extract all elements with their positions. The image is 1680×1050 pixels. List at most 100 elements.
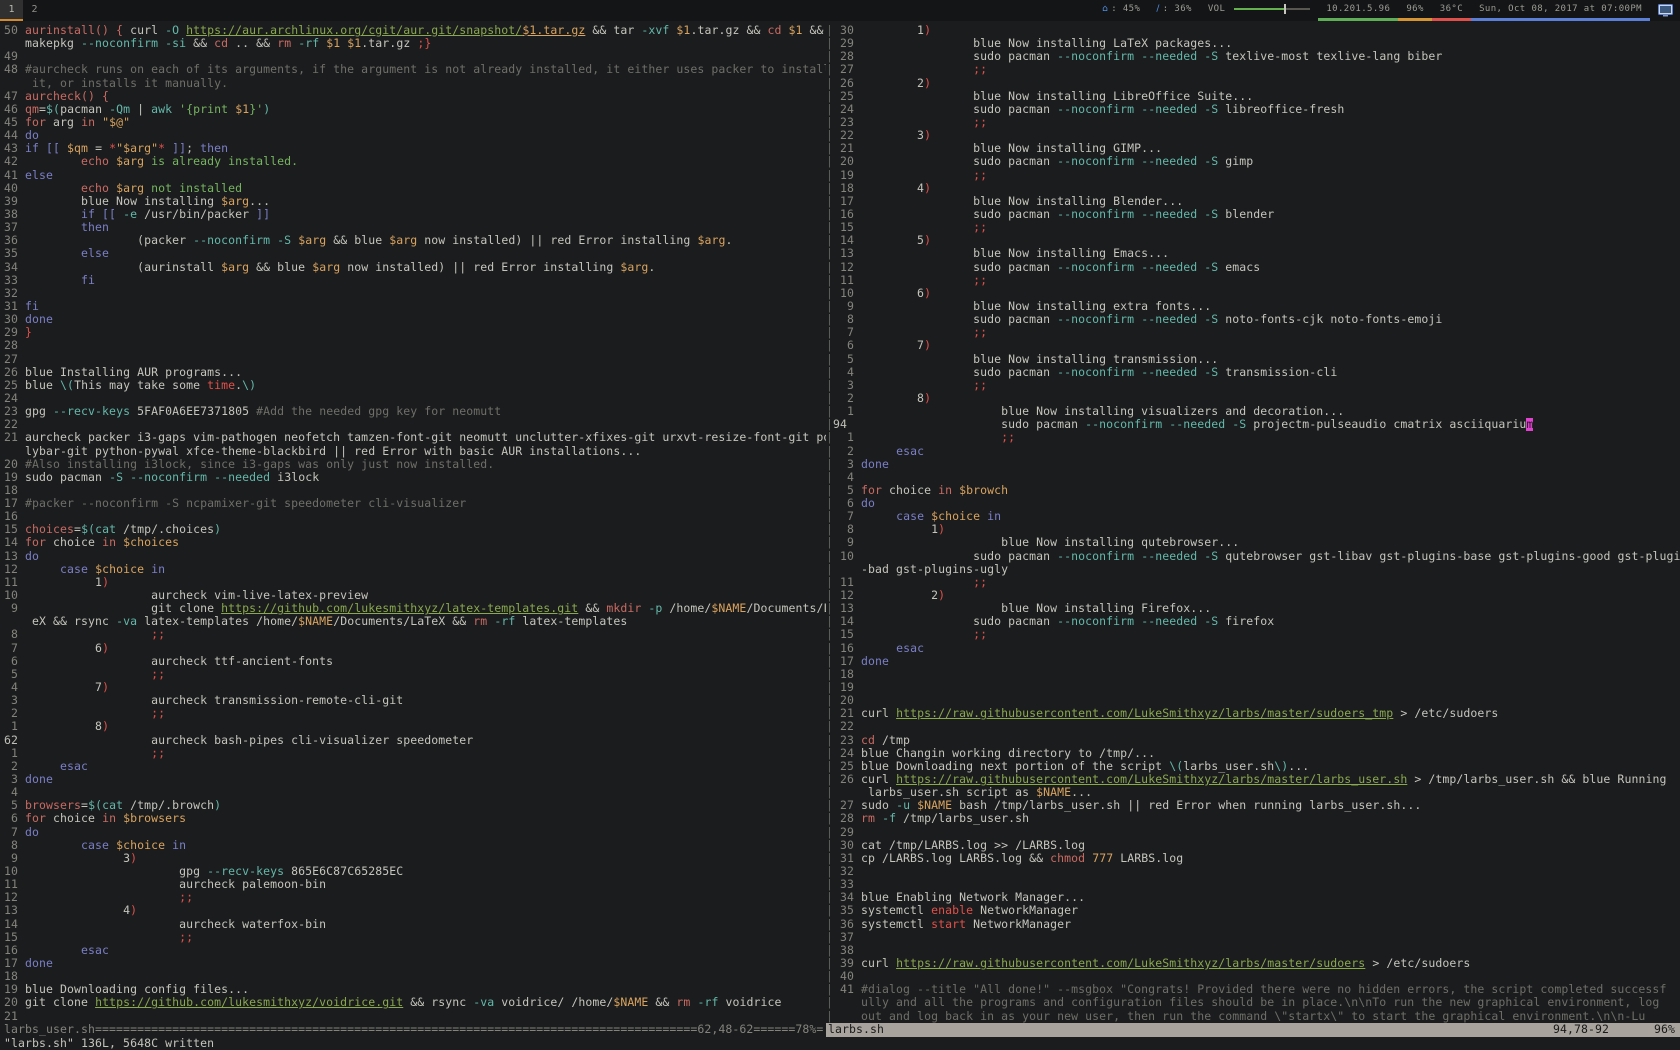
line-number: 17	[4, 957, 25, 970]
pane-separator: |	[826, 1010, 833, 1023]
pane-separator: |	[826, 234, 833, 247]
vim-pane-left[interactable]: 50 aurinstall() { curl -O https://aur.ar…	[4, 24, 826, 1024]
pane-separator: |	[826, 37, 833, 50]
pane-separator: |	[826, 983, 833, 996]
code-row: | 20 sudo pacman --noconfirm --needed -S…	[826, 155, 1680, 168]
line-number: 18	[833, 668, 861, 681]
line-number: 1	[4, 720, 25, 733]
vim-pane-right[interactable]: | 30 1)| 29 blue Now installing LaTeX pa…	[826, 24, 1680, 1024]
code-row: | 29 blue Now installing LaTeX packages.…	[826, 37, 1680, 50]
workspace-1[interactable]: 1	[0, 0, 23, 21]
line-number: 17	[4, 497, 25, 510]
code-row: 11 aurcheck palemoon-bin	[4, 878, 826, 891]
line-number: 12	[833, 261, 861, 274]
status-bar: 12 ⌂: 45%/: 36%VOL10.201.5.9696%36°CSun,…	[0, 0, 1680, 21]
code-row: 39 blue Now installing $arg...	[4, 195, 826, 208]
pane-separator: |	[826, 418, 833, 431]
line-number: 4	[833, 366, 861, 379]
line-number: 35	[833, 904, 861, 917]
pane-separator: |	[826, 287, 833, 300]
code-row: 20 #Also installing i3lock, since i3-gap…	[4, 458, 826, 471]
code-row: 21 aurcheck packer i3-gaps vim-pathogen …	[4, 431, 826, 444]
code-row: | 14 sudo pacman --noconfirm --needed -S…	[826, 615, 1680, 628]
pane-separator: |	[826, 694, 833, 707]
line-number: 43	[4, 142, 25, 155]
line-number: 39	[4, 195, 25, 208]
code-row: | 24 blue Changin working directory to /…	[826, 747, 1680, 760]
code-row: 45 for arg in "$@"	[4, 116, 826, 129]
volume-slider[interactable]	[1234, 8, 1310, 10]
code-row: 9 git clone https://github.com/lukesmith…	[4, 602, 826, 615]
code-row: | 1 blue Now installing visualizers and …	[826, 405, 1680, 418]
pane-separator: |	[826, 221, 833, 234]
workspace-2[interactable]: 2	[23, 0, 46, 21]
code-row: 3 aurcheck transmission-remote-cli-git	[4, 694, 826, 707]
code-row: 5 browsers=$(cat /tmp/.browch)	[4, 799, 826, 812]
code-row: | 25 blue Downloading next portion of th…	[826, 760, 1680, 773]
pane-separator: |	[826, 63, 833, 76]
code-row: 16	[4, 510, 826, 523]
line-number: 32	[833, 865, 861, 878]
pane-separator: |	[826, 576, 833, 589]
code-row: | 36 systemctl start NetworkManager	[826, 918, 1680, 931]
line-number: 17	[833, 195, 861, 208]
line-number: 2	[833, 445, 861, 458]
line-number: 9	[4, 602, 25, 615]
line-number: 30	[833, 839, 861, 852]
pane-separator: |	[826, 931, 833, 944]
code-row: | 23 ;;	[826, 116, 1680, 129]
code-row: 49	[4, 50, 826, 63]
code-row: 18	[4, 970, 826, 983]
code-row: 9 3)	[4, 852, 826, 865]
temperature-value: 36°C	[1440, 4, 1463, 14]
code-row: 17 #packer --noconfirm -S ncpamixer-git …	[4, 497, 826, 510]
pane-separator: |	[826, 431, 833, 444]
code-row: 6 aurcheck ttf-ancient-fonts	[4, 655, 826, 668]
line-number: 21	[833, 142, 861, 155]
ip-address-module: 10.201.5.96	[1318, 0, 1398, 21]
code-row: makepkg --noconfirm -si && cd .. && rm -…	[4, 37, 826, 50]
line-number: 94	[833, 418, 861, 431]
line-number: 19	[4, 983, 25, 996]
disk-root-value: : 36%	[1163, 4, 1192, 14]
line-number: 3	[4, 694, 25, 707]
code-row: | 13 blue Now installing Firefox...	[826, 602, 1680, 615]
code-row: | 19 ;;	[826, 169, 1680, 182]
datetime-module: Sun, Oct 08, 2017 at 07:00PM	[1471, 0, 1650, 21]
pane-separator: |	[826, 313, 833, 326]
pane-separator: |	[826, 957, 833, 970]
line-number: 24	[833, 747, 861, 760]
line-number: 14	[833, 615, 861, 628]
line-number: 8	[4, 628, 25, 641]
line-number: 39	[833, 957, 861, 970]
code-row: 44 do	[4, 129, 826, 142]
line-number: 47	[4, 90, 25, 103]
pane-separator: |	[826, 655, 833, 668]
line-number: 35	[4, 247, 25, 260]
code-row: 16 esac	[4, 944, 826, 957]
code-row: | 3 done	[826, 458, 1680, 471]
code-row: 41 else	[4, 169, 826, 182]
line-number: 38	[4, 208, 25, 221]
pane-separator: |	[826, 878, 833, 891]
code-row: | 27 ;;	[826, 63, 1680, 76]
code-row: | 26 2)	[826, 77, 1680, 90]
line-number: 42	[4, 155, 25, 168]
volume-module[interactable]: VOL	[1200, 0, 1318, 21]
code-row: 4	[4, 786, 826, 799]
code-row: | 11 ;;	[826, 576, 1680, 589]
line-number: 5	[4, 799, 25, 812]
line-number	[833, 563, 861, 576]
code-row: | 19	[826, 681, 1680, 694]
line-number: 18	[833, 182, 861, 195]
code-row: | 30 1)	[826, 24, 1680, 37]
pane-separator: |	[826, 668, 833, 681]
line-number: 22	[833, 129, 861, 142]
code-row: 24	[4, 392, 826, 405]
line-number: 28	[4, 339, 25, 352]
line-number: 34	[4, 261, 25, 274]
line-number: 3	[833, 379, 861, 392]
line-number: 29	[833, 826, 861, 839]
line-number: 6	[4, 812, 25, 825]
line-number: 13	[833, 602, 861, 615]
